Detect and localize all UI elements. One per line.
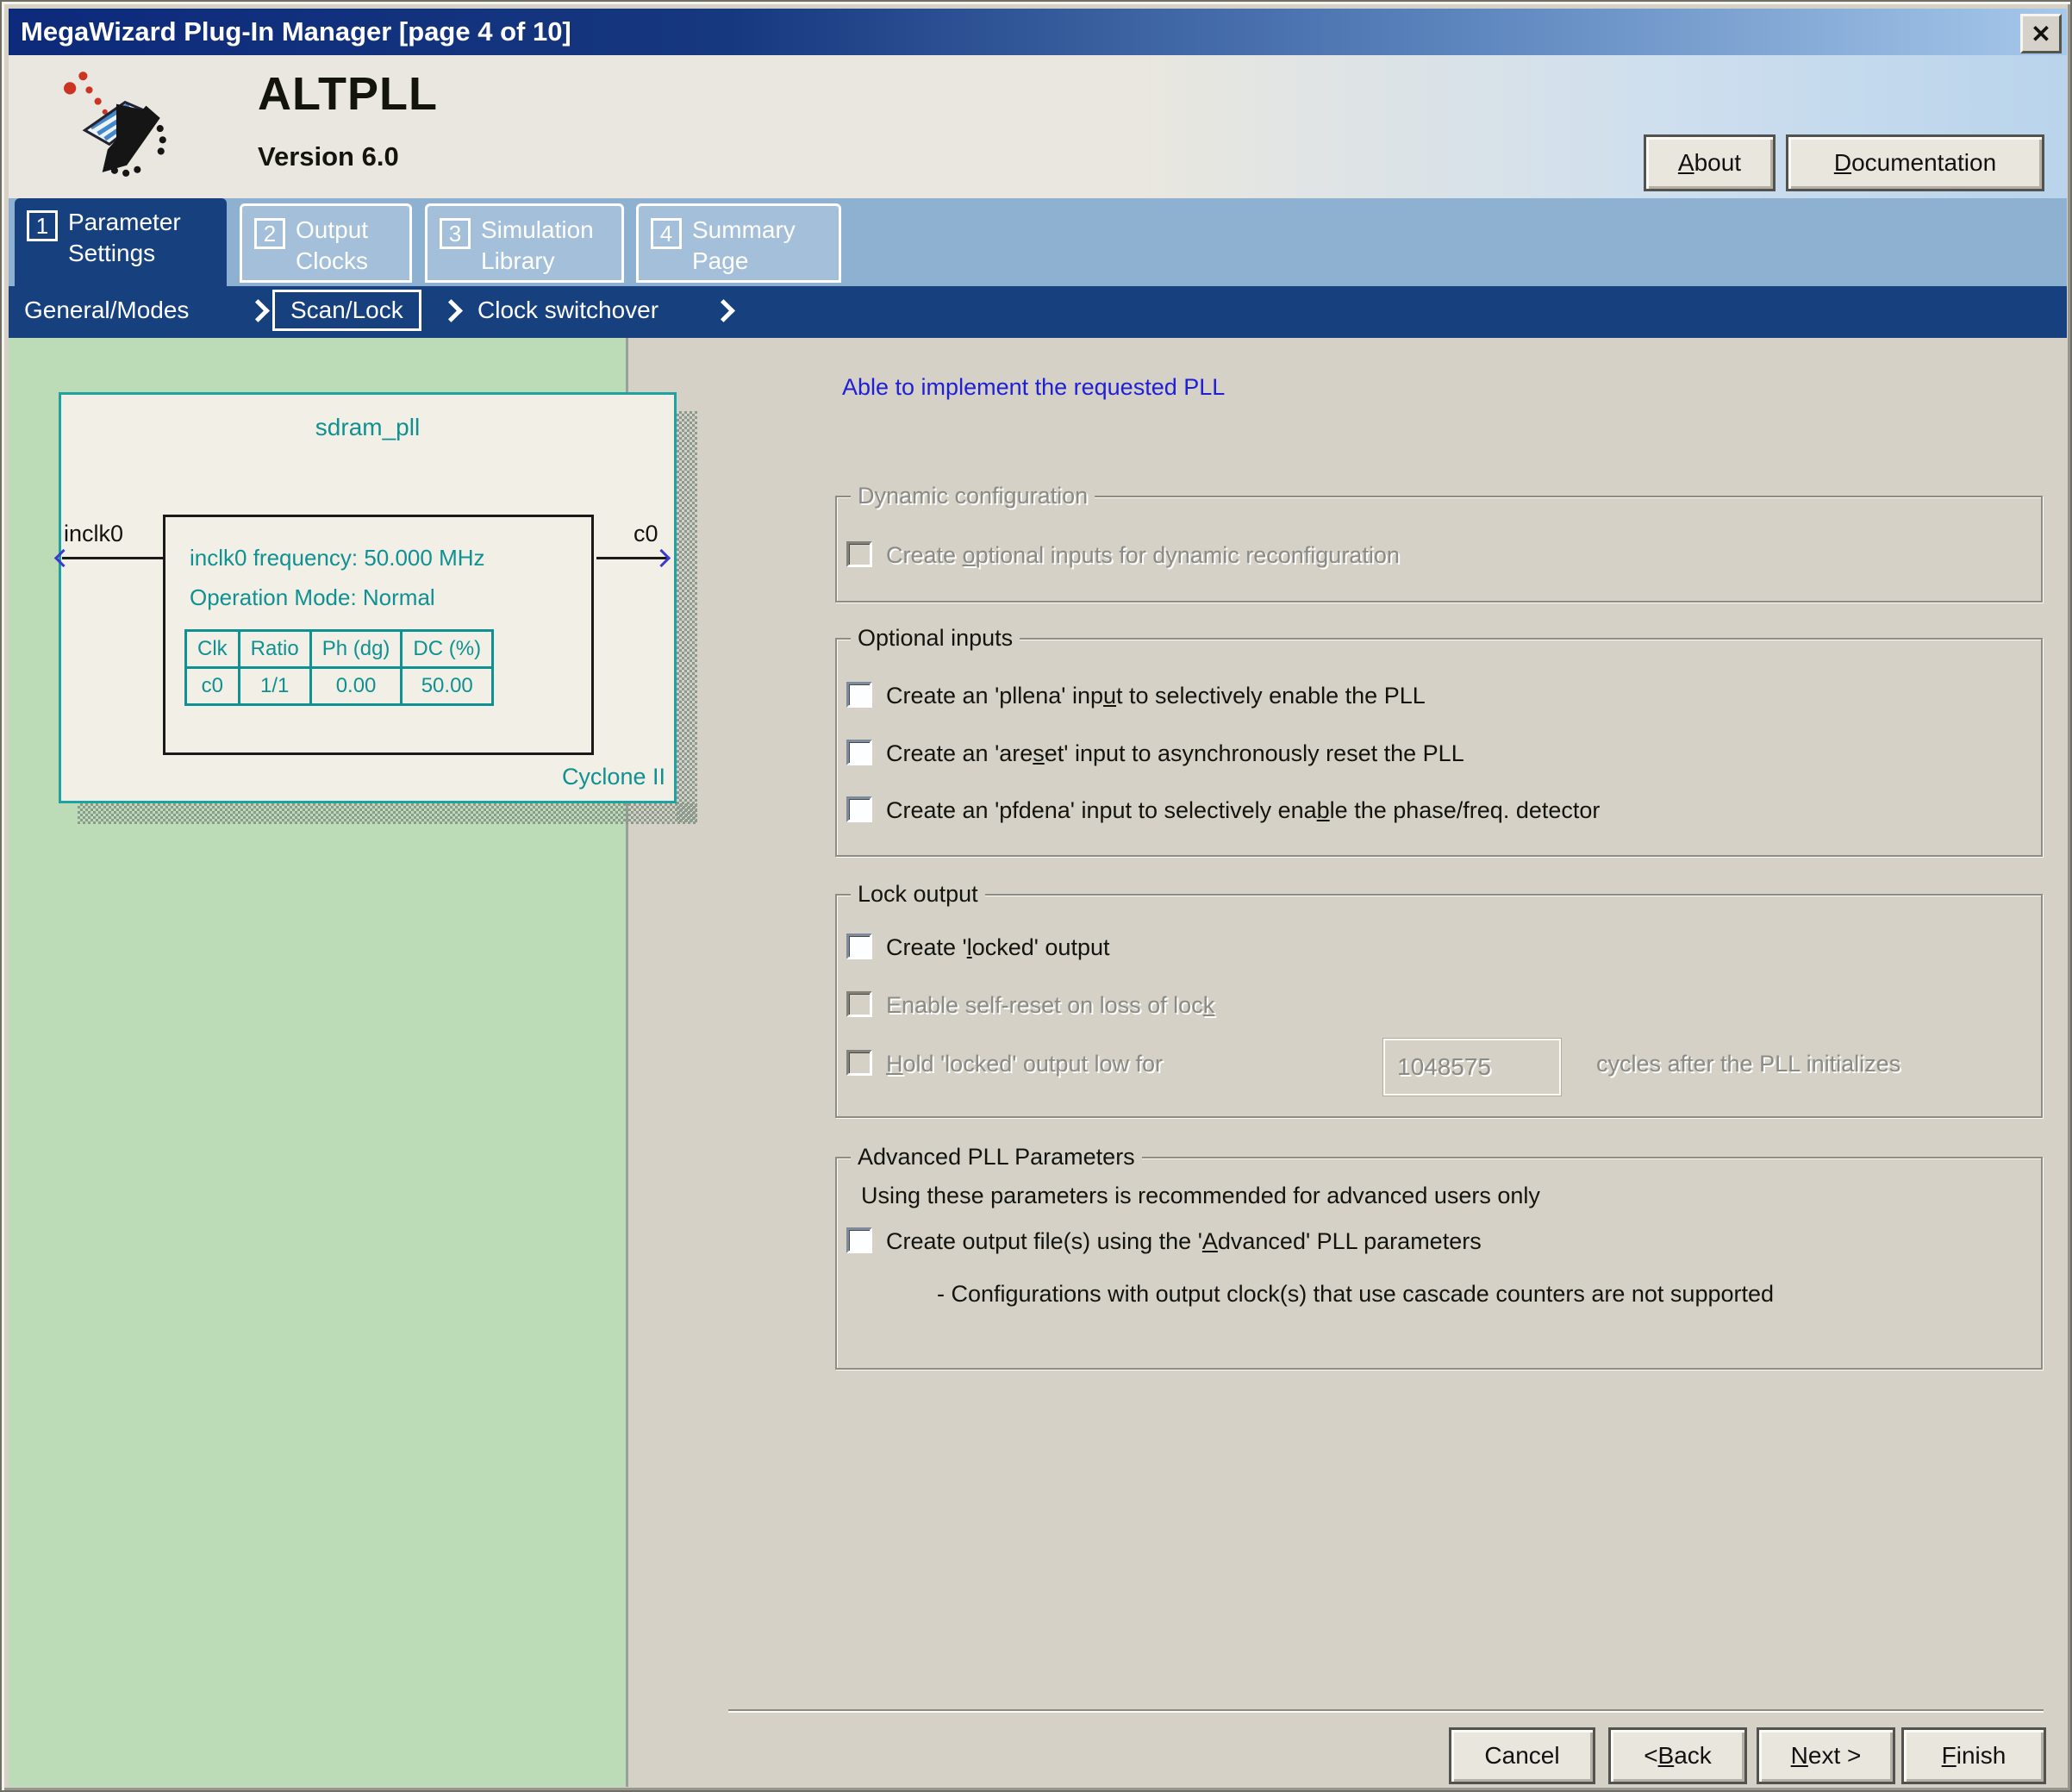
- cascade-note: - Configurations with output clock(s) th…: [937, 1281, 1774, 1308]
- create-locked-checkbox[interactable]: [846, 933, 872, 959]
- documentation-button[interactable]: Documentation: [1786, 134, 2044, 191]
- dynamic-reconfig-checkbox: [846, 541, 872, 567]
- col-header: Ratio: [239, 631, 310, 668]
- status-message: Able to implement the requested PLL: [842, 374, 1225, 401]
- col-header: Ph (dg): [310, 631, 402, 668]
- advanced-recommendation: Using these parameters is recommended fo…: [861, 1183, 1540, 1209]
- pll-mode-line: Operation Mode: Normal: [190, 584, 435, 611]
- tab-label-line1: Parameter: [68, 209, 181, 235]
- chevron-right-icon: [440, 299, 463, 322]
- pll-module-name: sdram_pll: [59, 414, 677, 441]
- close-button[interactable]: ✕: [2020, 14, 2062, 53]
- next-button[interactable]: Next >: [1757, 1727, 1895, 1784]
- title-bar: MegaWizard Plug-In Manager [page 4 of 10…: [9, 9, 2067, 55]
- hold-cycles-input: [1383, 1039, 1561, 1096]
- chevron-right-icon: [712, 299, 735, 322]
- group-title: Dynamic configuration: [851, 483, 1095, 509]
- create-locked-label: Create 'locked' output: [886, 934, 1109, 961]
- dynamic-reconfig-label: Create optional inputs for dynamic recon…: [886, 542, 1400, 569]
- footer-separator: [728, 1709, 2044, 1713]
- group-title: Optional inputs: [851, 625, 1020, 652]
- advanced-output-label: Create output file(s) using the 'Advance…: [886, 1228, 1482, 1255]
- col-header: DC (%): [402, 631, 493, 668]
- group-title: Advanced PLL Parameters: [851, 1144, 1142, 1171]
- cell: 50.00: [402, 668, 493, 705]
- megawizard-window: MegaWizard Plug-In Manager [page 4 of 10…: [0, 0, 2072, 1792]
- close-icon: ✕: [2031, 20, 2050, 48]
- tab-label-line2: Library: [481, 247, 555, 274]
- table-row: c0 1/1 0.00 50.00: [186, 668, 493, 705]
- megafunction-name: ALTPLL: [258, 67, 438, 121]
- pll-frequency-line: inclk0 frequency: 50.000 MHz: [190, 545, 485, 571]
- back-button[interactable]: < Back: [1608, 1727, 1747, 1784]
- pllena-checkbox[interactable]: [846, 682, 872, 708]
- output-port-label: c0: [633, 521, 658, 547]
- device-family-label: Cyclone II: [2, 764, 665, 790]
- chevron-right-icon: [247, 299, 270, 322]
- pfdena-label: Create an 'pfdena' input to selectively …: [886, 797, 1600, 824]
- tab-label-line2: Clocks: [296, 247, 368, 274]
- input-wire: [62, 557, 163, 559]
- tab-label-line1: Summary: [692, 216, 796, 243]
- tab-number-box: 2: [254, 218, 285, 249]
- self-reset-label: Enable self-reset on loss of lock: [886, 992, 1214, 1019]
- group-title: Lock output: [851, 881, 985, 908]
- about-button[interactable]: About: [1644, 134, 1776, 191]
- wizard-tab-bar: 1 Parameter Settings 2 Output Clocks 3 S…: [9, 198, 2067, 286]
- megawizard-logo-icon: [62, 67, 176, 181]
- tab-number-box: 1: [27, 210, 58, 241]
- tab-output-clocks[interactable]: 2 Output Clocks: [240, 203, 412, 283]
- tab-label-line2: Settings: [68, 240, 155, 266]
- cell: 1/1: [239, 668, 310, 705]
- tab-number-box: 4: [651, 218, 682, 249]
- hold-locked-label: Hold 'locked' output low for: [886, 1051, 1163, 1077]
- col-header: Clk: [186, 631, 240, 668]
- hold-cycles-suffix: cycles after the PLL initializes: [1596, 1051, 1900, 1077]
- table-header-row: Clk Ratio Ph (dg) DC (%): [186, 631, 493, 668]
- finish-button[interactable]: Finish: [1901, 1727, 2046, 1784]
- self-reset-checkbox: [846, 991, 872, 1017]
- cell: 0.00: [310, 668, 402, 705]
- hold-locked-checkbox: [846, 1050, 872, 1076]
- pfdena-checkbox[interactable]: [846, 796, 872, 822]
- cancel-button[interactable]: Cancel: [1449, 1727, 1595, 1784]
- pllena-label: Create an 'pllena' input to selectively …: [886, 683, 1426, 709]
- input-port-label: inclk0: [64, 521, 123, 547]
- tab-label-line1: Output: [296, 216, 368, 243]
- advanced-output-checkbox[interactable]: [846, 1227, 872, 1253]
- tab-label-line1: Simulation: [481, 216, 594, 243]
- pll-clock-table: Clk Ratio Ph (dg) DC (%) c0 1/1 0.00 50.…: [184, 629, 494, 706]
- version-label: Version 6.0: [258, 141, 399, 172]
- step-bar: General/Modes Scan/Lock Clock switchover: [9, 286, 2067, 338]
- cell: c0: [186, 668, 240, 705]
- tab-parameter-settings[interactable]: 1 Parameter Settings: [15, 198, 227, 290]
- tab-summary-page[interactable]: 4 Summary Page: [636, 203, 841, 283]
- diagram-shadow: [78, 803, 697, 824]
- header: ALTPLL Version 6.0 About Documentation: [9, 55, 2067, 198]
- tab-label-line2: Page: [692, 247, 748, 274]
- areset-checkbox[interactable]: [846, 740, 872, 765]
- step-clock-switchover[interactable]: Clock switchover: [477, 297, 658, 324]
- window-title: MegaWizard Plug-In Manager [page 4 of 10…: [9, 16, 571, 47]
- step-scan-lock[interactable]: Scan/Lock: [272, 290, 421, 331]
- areset-label: Create an 'areset' input to asynchronous…: [886, 740, 1464, 767]
- step-general-modes[interactable]: General/Modes: [24, 297, 189, 324]
- tab-number-box: 3: [440, 218, 471, 249]
- tab-simulation-library[interactable]: 3 Simulation Library: [425, 203, 624, 283]
- diagram-shadow: [677, 411, 697, 822]
